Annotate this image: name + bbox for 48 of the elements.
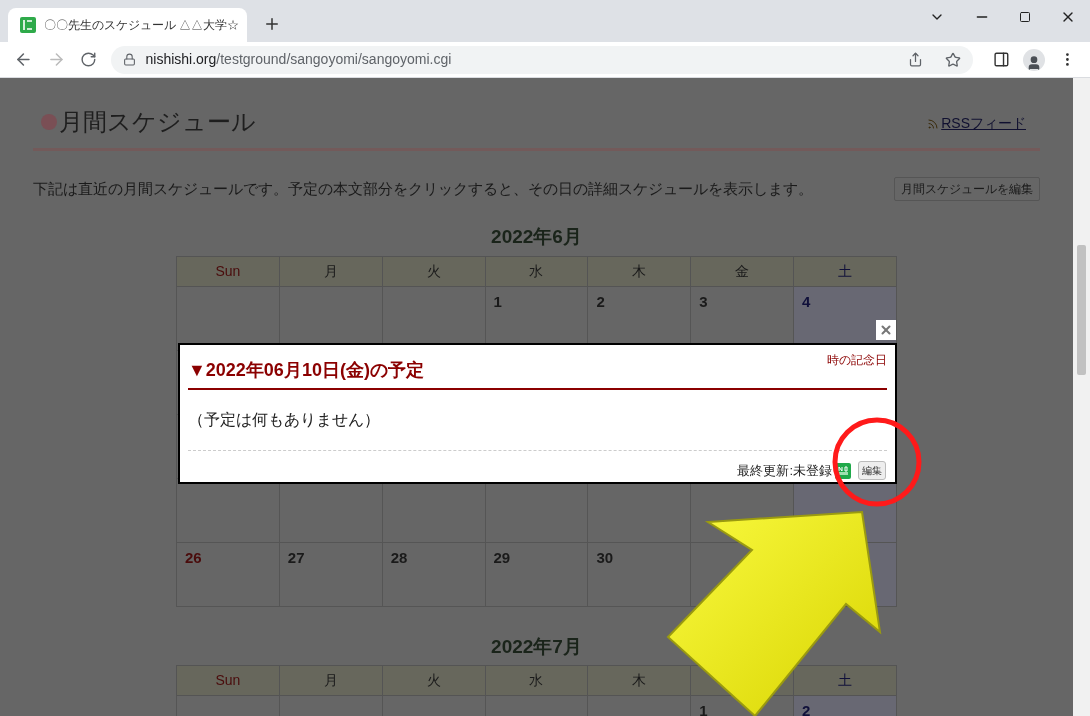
weekday-header: 土 (793, 256, 897, 286)
scrollbar[interactable] (1073, 78, 1090, 716)
weekday-header: Sun (176, 256, 280, 286)
calendar-cell[interactable]: 30 (587, 542, 691, 606)
maximize-icon[interactable] (1019, 11, 1031, 23)
edit-button[interactable]: 編集 (858, 461, 886, 481)
weekday-header: Sun (176, 665, 280, 696)
rss-link[interactable]: RSSフィード (941, 113, 1026, 134)
weekday-header: 木 (587, 665, 691, 696)
lock-icon (122, 53, 136, 66)
calendar-cell[interactable]: 27 (279, 542, 383, 606)
weekday-header: 月 (279, 256, 383, 286)
weekday-header: 木 (587, 256, 691, 286)
share-icon[interactable] (907, 52, 923, 67)
weekday-header: 土 (793, 665, 897, 696)
url-text: nishishi.org/testground/sangoyomi/sangoyomi.cgi (145, 50, 453, 69)
month-title: 2022年6月 (491, 225, 582, 249)
close-button[interactable] (876, 320, 896, 340)
calendar-cell[interactable]: 26 (176, 542, 280, 606)
back-icon[interactable] (14, 50, 33, 69)
calendar-cell[interactable]: 29 (485, 542, 588, 606)
last-updated-text: 最終更新:未登録 (737, 462, 832, 480)
edit-month-button[interactable]: 月間スケジュールを編集 (894, 177, 1040, 201)
new-tab-icon[interactable] (263, 15, 281, 33)
calendar-cell[interactable]: 28 (382, 542, 486, 606)
weekday-header: 火 (382, 665, 486, 696)
page-title: 月間スケジュール (59, 107, 256, 137)
bookmark-star-icon[interactable] (944, 51, 961, 68)
reload-icon[interactable] (79, 51, 97, 68)
site-icon (20, 17, 36, 33)
profile-avatar[interactable] (1023, 48, 1046, 71)
weekday-header: 水 (485, 665, 588, 696)
side-panel-icon[interactable] (992, 51, 1010, 68)
weekday-header: 火 (382, 256, 486, 286)
intro-text: 下記は直近の月間スケジュールです。予定の本文部分をクリックすると、その日の詳細スケジュールを表示します。 (33, 178, 813, 199)
dialog-heading: ▼2022年06月10日(金)の予定 (188, 359, 424, 382)
weekday-header: 月 (279, 665, 383, 696)
empty-message: （予定は何もありません） (188, 410, 381, 430)
scrollbar-thumb[interactable] (1077, 245, 1086, 375)
weekday-header: 金 (690, 256, 794, 286)
month-title: 2022年7月 (491, 634, 582, 659)
address-bar[interactable]: nishishi.org/testground/sangoyomi/sangoyomi.cgi (110, 45, 973, 74)
browser-tab[interactable]: 〇〇先生のスケジュール △△大学☆ (8, 8, 247, 42)
tab-title: 〇〇先生のスケジュール △△大学☆ (44, 17, 240, 34)
close-icon (879, 323, 893, 337)
anniversary-text: 時の記念日 (827, 352, 887, 369)
rss-icon (927, 117, 940, 130)
weekday-header: 水 (485, 256, 588, 286)
